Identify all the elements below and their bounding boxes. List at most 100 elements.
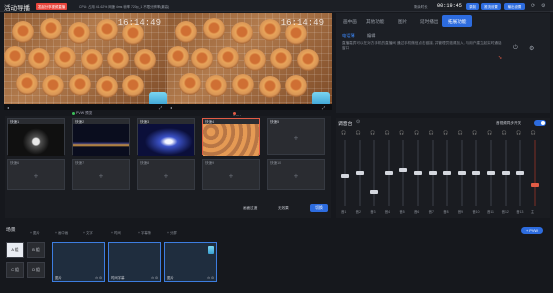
add-icon[interactable]: + [99,171,104,180]
tab-extend[interactable]: 拓展功能 [448,19,466,25]
volume-fader[interactable] [530,183,539,188]
delete-icon[interactable]: ⊖ ⚙ [207,276,214,280]
switch-button[interactable]: 切换 [310,204,328,212]
output-settings-button[interactable]: 输出设置 [504,2,525,10]
tool-label: 字幕条 [140,231,152,235]
tool-ticker[interactable]: + 字幕条 [138,230,151,235]
scene-label: 快速7 [75,161,85,165]
mixer-channel: 🎧 音7 [428,130,438,218]
live-badge[interactable]: 发起分享视频直播 [36,3,68,10]
scene-slot-9[interactable]: 快速9 + [202,159,260,190]
scene-slot-5[interactable]: 快速5 + [267,118,325,155]
headphone-icon[interactable]: 🎧 [399,130,404,136]
record-button[interactable]: 录制 [466,2,479,10]
layout-card-2[interactable]: 时间字幕 ⊖ ⚙ [108,242,161,282]
add-icon[interactable]: + [294,134,299,143]
push-settings-button[interactable]: 推流设置 [481,2,501,10]
scene-slot-3[interactable]: 快速3 [137,118,195,156]
power-icon[interactable]: ⏻ [513,45,518,52]
volume-fader[interactable] [399,167,408,172]
headphone-icon[interactable]: 🎧 [502,130,507,136]
volume-fader[interactable] [428,171,437,175]
layout-card-1[interactable]: 图片 ⊖ ⚙ [52,242,105,282]
scene-label: 快速8 [140,161,150,165]
add-icon[interactable]: + [294,171,299,180]
headphone-icon[interactable]: 🎧 [429,130,434,136]
channel-name: 音3 [370,210,376,214]
effect-select[interactable]: 无效果 [278,206,289,211]
headphone-icon[interactable]: 🎧 [443,130,448,136]
scene-slot-6[interactable]: 快速6 + [7,159,65,190]
tool-text[interactable]: + 文字 [83,230,93,235]
tool-time[interactable]: + 时间 [111,230,121,235]
tool-image[interactable]: + 图片 [30,230,40,235]
scene-slot-7[interactable]: 快速7 + [72,159,130,190]
tool-pip[interactable]: + 画中画 [55,230,68,235]
volume-fader[interactable] [472,171,481,175]
add-icon[interactable]: + [164,171,169,180]
volume-fader[interactable] [355,171,364,175]
scene-slot-4[interactable]: 快速4 [202,118,260,156]
add-pvw-button[interactable]: + PVW [521,227,543,234]
volume-fader[interactable] [370,189,379,194]
tool-split[interactable]: + 分屏 [167,230,177,235]
mixer-title: 调音台 [338,122,353,127]
headphone-icon[interactable]: 🎧 [472,130,477,136]
layout-card-name: 时间字幕 [111,276,125,280]
subtab-phonebook[interactable]: 电话薄 [342,33,355,39]
fullscreen-icon[interactable]: ⤢ [159,105,162,110]
headphone-icon[interactable]: 🎧 [487,130,492,136]
fullscreen-icon[interactable]: ⤢ [322,105,325,110]
volume-fader[interactable] [487,171,495,175]
pvw-label-text: PVW 预览 [76,111,93,115]
volume-fader[interactable] [384,171,393,175]
scene-slot-10[interactable]: 快速10 + [267,159,325,190]
scene-label: 快速6 [10,161,20,165]
headphone-icon[interactable]: 🎧 [531,130,536,136]
volume-fader[interactable] [516,171,525,175]
add-icon[interactable]: + [229,171,234,180]
volume-fader[interactable] [501,171,510,175]
mixer-channel: 🎧 音8 [442,130,452,218]
tab-pip[interactable]: 画中画 [343,19,357,25]
pgm-preview[interactable]: 16:14:49 ◂ ⤢ [167,13,332,110]
volume-icon[interactable]: ◂ [7,105,9,110]
headphone-icon[interactable]: 🎧 [370,130,375,136]
subtab-edit[interactable]: 编辑 [367,33,375,39]
headphone-icon[interactable]: 🎧 [458,130,463,136]
channel-name: 音2 [355,210,361,214]
delete-icon[interactable]: ⊖ ⚙ [95,276,102,280]
function-panel: 画中画 其他功能 图片 延时播出 拓展功能 电话薄 编辑 直播嘉宾可以在对方手机… [336,13,550,113]
headphone-icon[interactable]: 🎧 [516,130,521,136]
volume-fader[interactable] [414,171,422,175]
volume-icon[interactable]: ◂ [170,105,172,110]
tab-other[interactable]: 其他功能 [366,19,384,25]
refresh-icon[interactable]: ⟳ [531,3,535,9]
tab-image[interactable]: 图片 [398,19,407,25]
settings-icon[interactable]: ⊙ [356,120,360,125]
volume-fader[interactable] [443,171,452,175]
scene-slot-1[interactable]: 快速1 [7,118,65,156]
headphone-icon[interactable]: 🎧 [341,130,346,136]
headphone-icon[interactable]: 🎧 [356,130,361,136]
scene-slot-8[interactable]: 快速8 + [137,159,195,190]
group-b-button[interactable]: B 组 [27,242,45,258]
gear-icon[interactable]: ⚙ [529,45,534,52]
headphone-icon[interactable]: 🎧 [385,130,390,136]
add-icon[interactable]: + [34,171,39,180]
layout-card-3[interactable]: 图片 ⊖ ⚙ [164,242,217,282]
scene-slot-2[interactable]: 快速2 [72,118,130,156]
group-d-button[interactable]: D 组 [27,262,45,278]
sync-toggle[interactable] [534,120,546,126]
headphone-icon[interactable]: 🎧 [414,130,419,136]
volume-fader[interactable] [341,174,349,179]
group-c-button[interactable]: C 组 [6,262,24,278]
delete-icon[interactable]: ⊖ ⚙ [151,276,158,280]
tab-delay[interactable]: 延时播出 [420,19,438,25]
group-a-button[interactable]: A 组 [6,242,24,258]
pvw-preview[interactable]: 16:14:49 ◂ ⤢ [4,13,169,110]
transition-select[interactable]: 画面过渡 [243,206,257,211]
volume-fader[interactable] [457,171,466,175]
level-meter [402,140,405,206]
settings-icon[interactable]: ⚙ [541,3,545,9]
